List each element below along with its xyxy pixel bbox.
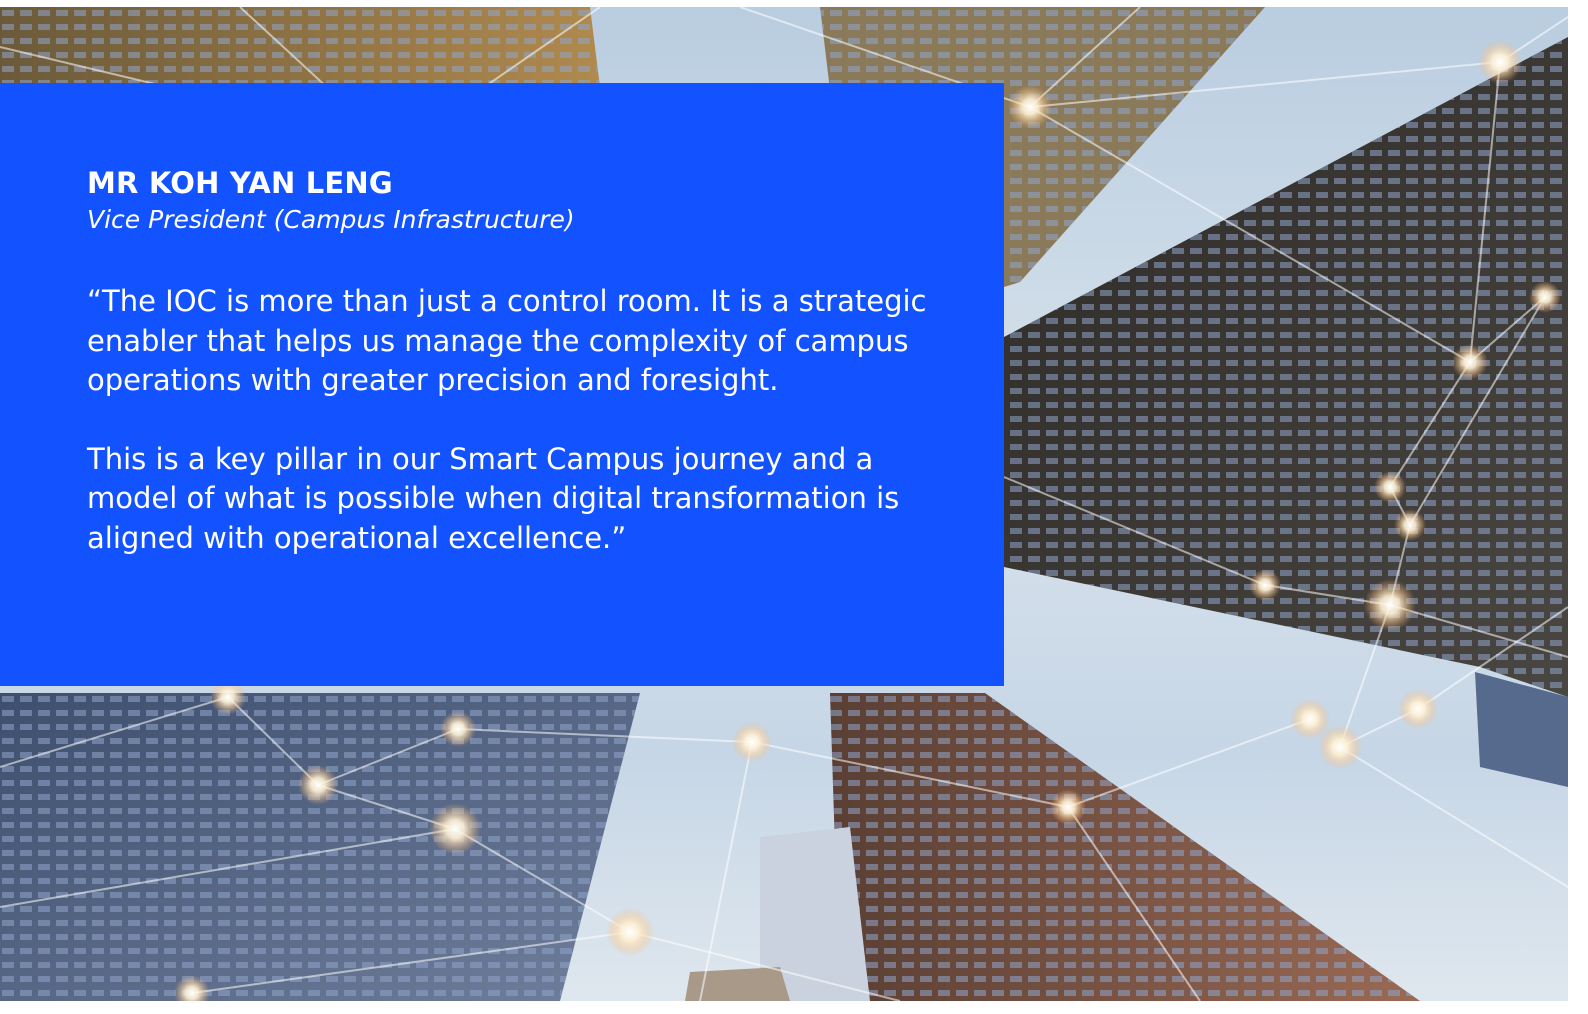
speaker-role: Vice President (Campus Infrastructure) bbox=[87, 205, 575, 234]
quote-paragraph: “The IOC is more than just a control roo… bbox=[87, 284, 927, 397]
quote-card: MR KOH YAN LENG Vice President (Campus I… bbox=[0, 83, 1004, 686]
quote-paragraph: This is a key pillar in our Smart Campus… bbox=[87, 441, 900, 555]
speaker-name: MR KOH YAN LENG bbox=[87, 166, 393, 200]
